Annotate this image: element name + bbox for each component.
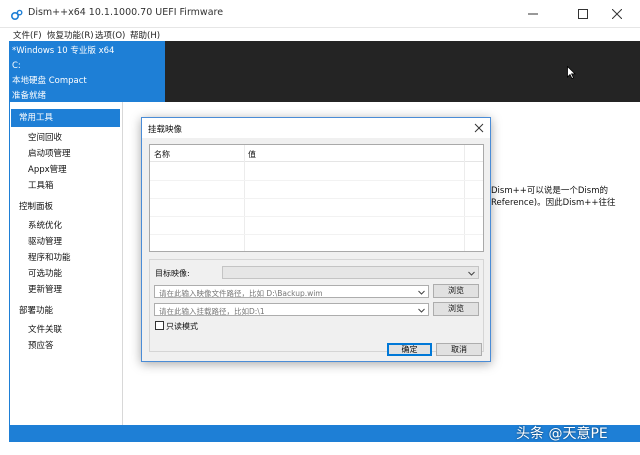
drive-letter: C: bbox=[12, 61, 21, 71]
title-bar: Dism++x64 10.1.1000.70 UEFI Firmware bbox=[0, 0, 640, 28]
sidebar-item-driver-manager[interactable]: 驱动管理 bbox=[28, 235, 62, 247]
image-info-list[interactable]: 名称 值 bbox=[149, 144, 484, 252]
disk-type: 本地硬盘 Compact bbox=[12, 76, 87, 86]
bottom-strip bbox=[0, 442, 640, 455]
sidebar: 常用工具 空间回收 启动项管理 Appx管理 工具箱 控制面板 系统优化 驱动管… bbox=[10, 102, 123, 425]
dialog-title: 挂载映像 bbox=[148, 125, 183, 135]
mount-image-dialog: 挂载映像 名称 值 目标映像: 请在此输入映像文件路径，比如 D:\Backup… bbox=[141, 117, 491, 362]
minimize-button[interactable] bbox=[510, 0, 556, 28]
cancel-button[interactable]: 取消 bbox=[436, 343, 482, 356]
close-icon bbox=[612, 9, 622, 19]
chevron-down-icon[interactable] bbox=[418, 289, 425, 296]
mouse-cursor-icon bbox=[567, 66, 576, 79]
chevron-down-icon bbox=[468, 271, 475, 276]
dialog-title-bar: 挂载映像 bbox=[142, 118, 490, 138]
sidebar-item-optional-features[interactable]: 可选功能 bbox=[28, 267, 62, 279]
list-row-line bbox=[150, 180, 483, 181]
browse-image-button[interactable]: 浏览 bbox=[433, 284, 479, 298]
list-header: 名称 值 bbox=[150, 145, 483, 162]
sidebar-item-space-recovery[interactable]: 空间回收 bbox=[28, 131, 62, 143]
list-row-line bbox=[150, 198, 483, 199]
watermark: 头条 @天意PE bbox=[516, 426, 608, 442]
image-path-input[interactable]: 请在此输入映像文件路径，比如 D:\Backup.wim bbox=[154, 285, 429, 298]
sidebar-item-update-manager[interactable]: 更新管理 bbox=[28, 283, 62, 295]
list-row-line bbox=[150, 234, 483, 235]
os-name: *Windows 10 专业版 x64 bbox=[12, 46, 115, 56]
column-name-header[interactable]: 名称 bbox=[154, 149, 170, 160]
sidebar-group-common-tools[interactable]: 常用工具 bbox=[11, 109, 120, 127]
column-value-header[interactable]: 值 bbox=[248, 149, 256, 160]
dialog-close-icon[interactable] bbox=[473, 122, 485, 134]
readonly-checkbox[interactable] bbox=[155, 321, 164, 330]
browse-mount-button[interactable]: 浏览 bbox=[433, 302, 479, 316]
sidebar-group-deployment[interactable]: 部署功能 bbox=[19, 304, 53, 316]
mount-path-input[interactable]: 请在此输入挂载路径，比如D:\1 bbox=[154, 303, 429, 316]
sidebar-group-control-panel[interactable]: 控制面板 bbox=[19, 200, 53, 212]
sidebar-item-programs-features[interactable]: 程序和功能 bbox=[28, 251, 71, 263]
sidebar-item-answer-file[interactable]: 预应答 bbox=[28, 339, 54, 351]
sidebar-item-file-association[interactable]: 文件关联 bbox=[28, 323, 62, 335]
sidebar-item-startup-manager[interactable]: 启动项管理 bbox=[28, 147, 71, 159]
window-title: Dism++x64 10.1.1000.70 UEFI Firmware bbox=[28, 7, 224, 18]
sidebar-item-system-optimize[interactable]: 系统优化 bbox=[28, 219, 62, 231]
sidebar-item-toolbox[interactable]: 工具箱 bbox=[28, 179, 54, 191]
sidebar-item-appx-manager[interactable]: Appx管理 bbox=[28, 163, 67, 175]
close-button[interactable] bbox=[594, 0, 640, 28]
menu-options[interactable]: 选项(O) bbox=[95, 29, 125, 41]
mount-path-placeholder: 请在此输入挂载路径，比如D:\1 bbox=[159, 307, 265, 316]
menu-help[interactable]: 帮助(H) bbox=[130, 29, 160, 41]
list-row-line bbox=[150, 216, 483, 217]
main-description-line-1: Dism++可以说是一个Dism的 bbox=[491, 186, 608, 196]
ok-button[interactable]: 确定 bbox=[387, 343, 432, 356]
target-image-select[interactable] bbox=[222, 266, 479, 279]
image-path-placeholder: 请在此输入映像文件路径，比如 D:\Backup.wim bbox=[159, 289, 323, 298]
menu-file[interactable]: 文件(F) bbox=[13, 29, 42, 41]
readonly-label[interactable]: 只读模式 bbox=[166, 321, 198, 332]
chevron-down-icon[interactable] bbox=[418, 307, 425, 314]
maximize-icon bbox=[578, 9, 588, 19]
session-info-panel[interactable]: *Windows 10 专业版 x64 C: 本地硬盘 Compact 准备就绪 bbox=[9, 41, 165, 102]
menu-bar: 文件(F) 恢复功能(R) 选项(O) 帮助(H) bbox=[0, 28, 640, 41]
menu-restore[interactable]: 恢复功能(R) bbox=[47, 29, 94, 41]
main-description-line-2: Reference)。因此Dism++往往 bbox=[491, 198, 616, 208]
app-gear-icon bbox=[11, 9, 23, 20]
target-image-label: 目标映像: bbox=[155, 269, 190, 278]
minimize-icon bbox=[528, 13, 538, 15]
